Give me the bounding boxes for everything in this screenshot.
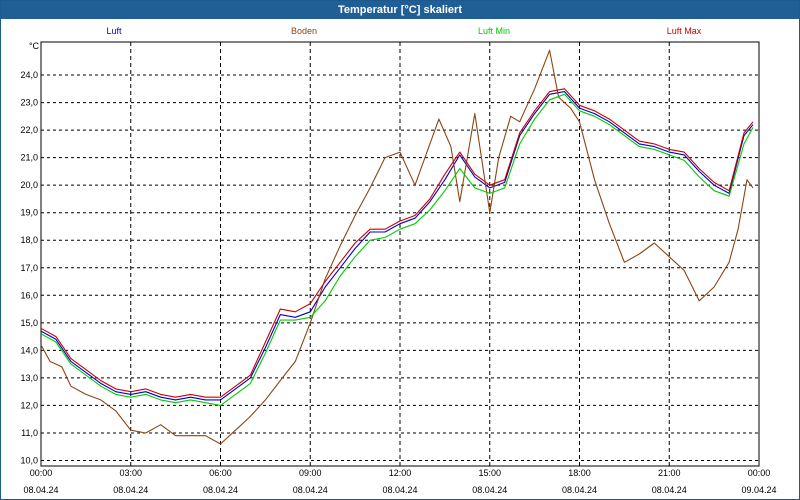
x-tick-date: 08.04.24	[652, 485, 687, 495]
y-tick-label: 19,0	[20, 208, 38, 218]
legend-item: Luft Min	[478, 26, 510, 36]
y-tick-label: 15,0	[20, 318, 38, 328]
y-tick-label: 11,0	[21, 428, 38, 438]
window-title: Temperatur [°C] skaliert	[1, 1, 799, 19]
x-tick-time: 06:00	[209, 468, 232, 478]
y-tick-label: 24,0	[20, 70, 38, 80]
x-tick-time: 03:00	[119, 468, 142, 478]
x-tick-date: 08.04.24	[472, 485, 507, 495]
x-tick-time: 21:00	[658, 468, 681, 478]
x-tick-date: 08.04.24	[203, 485, 238, 495]
legend-item: Boden	[291, 26, 317, 36]
legend-item: Luft Max	[667, 26, 702, 36]
x-tick-date: 09.04.24	[741, 485, 776, 495]
y-tick-label: 21,0	[20, 153, 38, 163]
x-tick-date: 08.04.24	[382, 485, 417, 495]
chart-window: Temperatur [°C] skaliert Luft Boden Luft M…	[0, 0, 800, 500]
x-tick-date: 08.04.24	[23, 485, 58, 495]
x-tick-time: 18:00	[568, 468, 591, 478]
y-tick-label: 10,0	[20, 455, 38, 465]
x-tick-time: 00:00	[30, 468, 53, 478]
x-tick-date: 08.04.24	[113, 485, 148, 495]
y-tick-label: 17,0	[20, 263, 38, 273]
x-tick-time: 09:00	[299, 468, 322, 478]
legend-item: Luft	[106, 26, 122, 36]
y-axis-unit: °C	[29, 41, 40, 51]
temperature-chart: Luft Boden Luft Min Luft Max 10,0 11,0 12,0 13…	[20, 26, 776, 495]
y-tick-label: 13,0	[20, 373, 38, 383]
x-tick-date: 08.04.24	[293, 485, 328, 495]
y-tick-label: 12,0	[20, 400, 38, 410]
y-tick-label: 22,0	[20, 125, 38, 135]
x-tick-date: 08.04.24	[562, 485, 597, 495]
y-tick-label: 14,0	[20, 345, 38, 355]
x-tick-time: 15:00	[478, 468, 501, 478]
x-tick-time: 00:00	[748, 468, 771, 478]
y-tick-label: 18,0	[20, 235, 38, 245]
y-tick-label: 23,0	[20, 98, 38, 108]
y-tick-label: 16,0	[20, 290, 38, 300]
y-tick-label: 20,0	[20, 180, 38, 190]
x-tick-time: 12:00	[389, 468, 412, 478]
